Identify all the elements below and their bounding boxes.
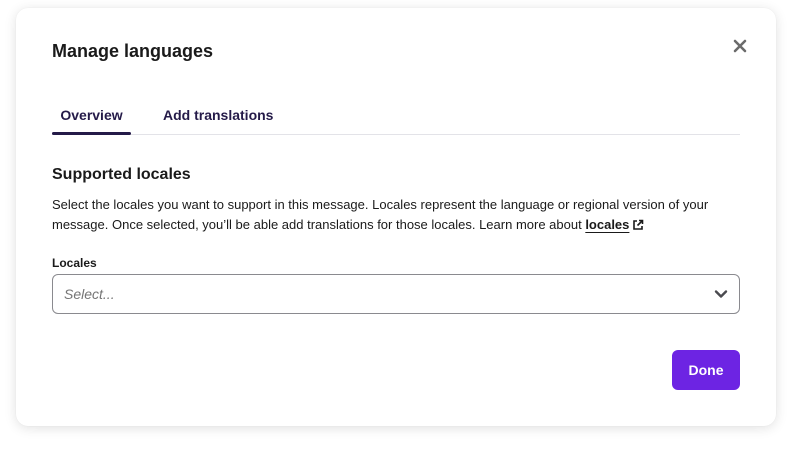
tab-bar: Overview Add translations (52, 104, 740, 135)
done-button[interactable]: Done (672, 350, 740, 390)
page-backdrop: Manage languages Overview Add translatio… (0, 0, 792, 451)
tab-add-translations[interactable]: Add translations (163, 104, 273, 134)
close-button[interactable] (729, 35, 751, 57)
manage-languages-modal: Manage languages Overview Add translatio… (16, 8, 776, 426)
locales-select-placeholder: Select... (64, 286, 115, 302)
active-tab-indicator (52, 132, 131, 135)
section-title: Supported locales (52, 166, 191, 183)
locales-label: Locales (52, 256, 97, 270)
tab-add-translations-label: Add translations (163, 107, 274, 123)
close-icon (733, 39, 747, 53)
tab-overview[interactable]: Overview (52, 104, 131, 135)
external-link-icon[interactable] (632, 219, 644, 231)
locales-link[interactable]: locales (585, 217, 629, 232)
section-description: Select the locales you want to support i… (52, 195, 742, 235)
modal-title: Manage languages (52, 41, 214, 61)
tab-overview-label: Overview (60, 107, 123, 123)
chevron-down-icon (714, 290, 728, 298)
locales-select[interactable]: Select... (52, 274, 740, 314)
